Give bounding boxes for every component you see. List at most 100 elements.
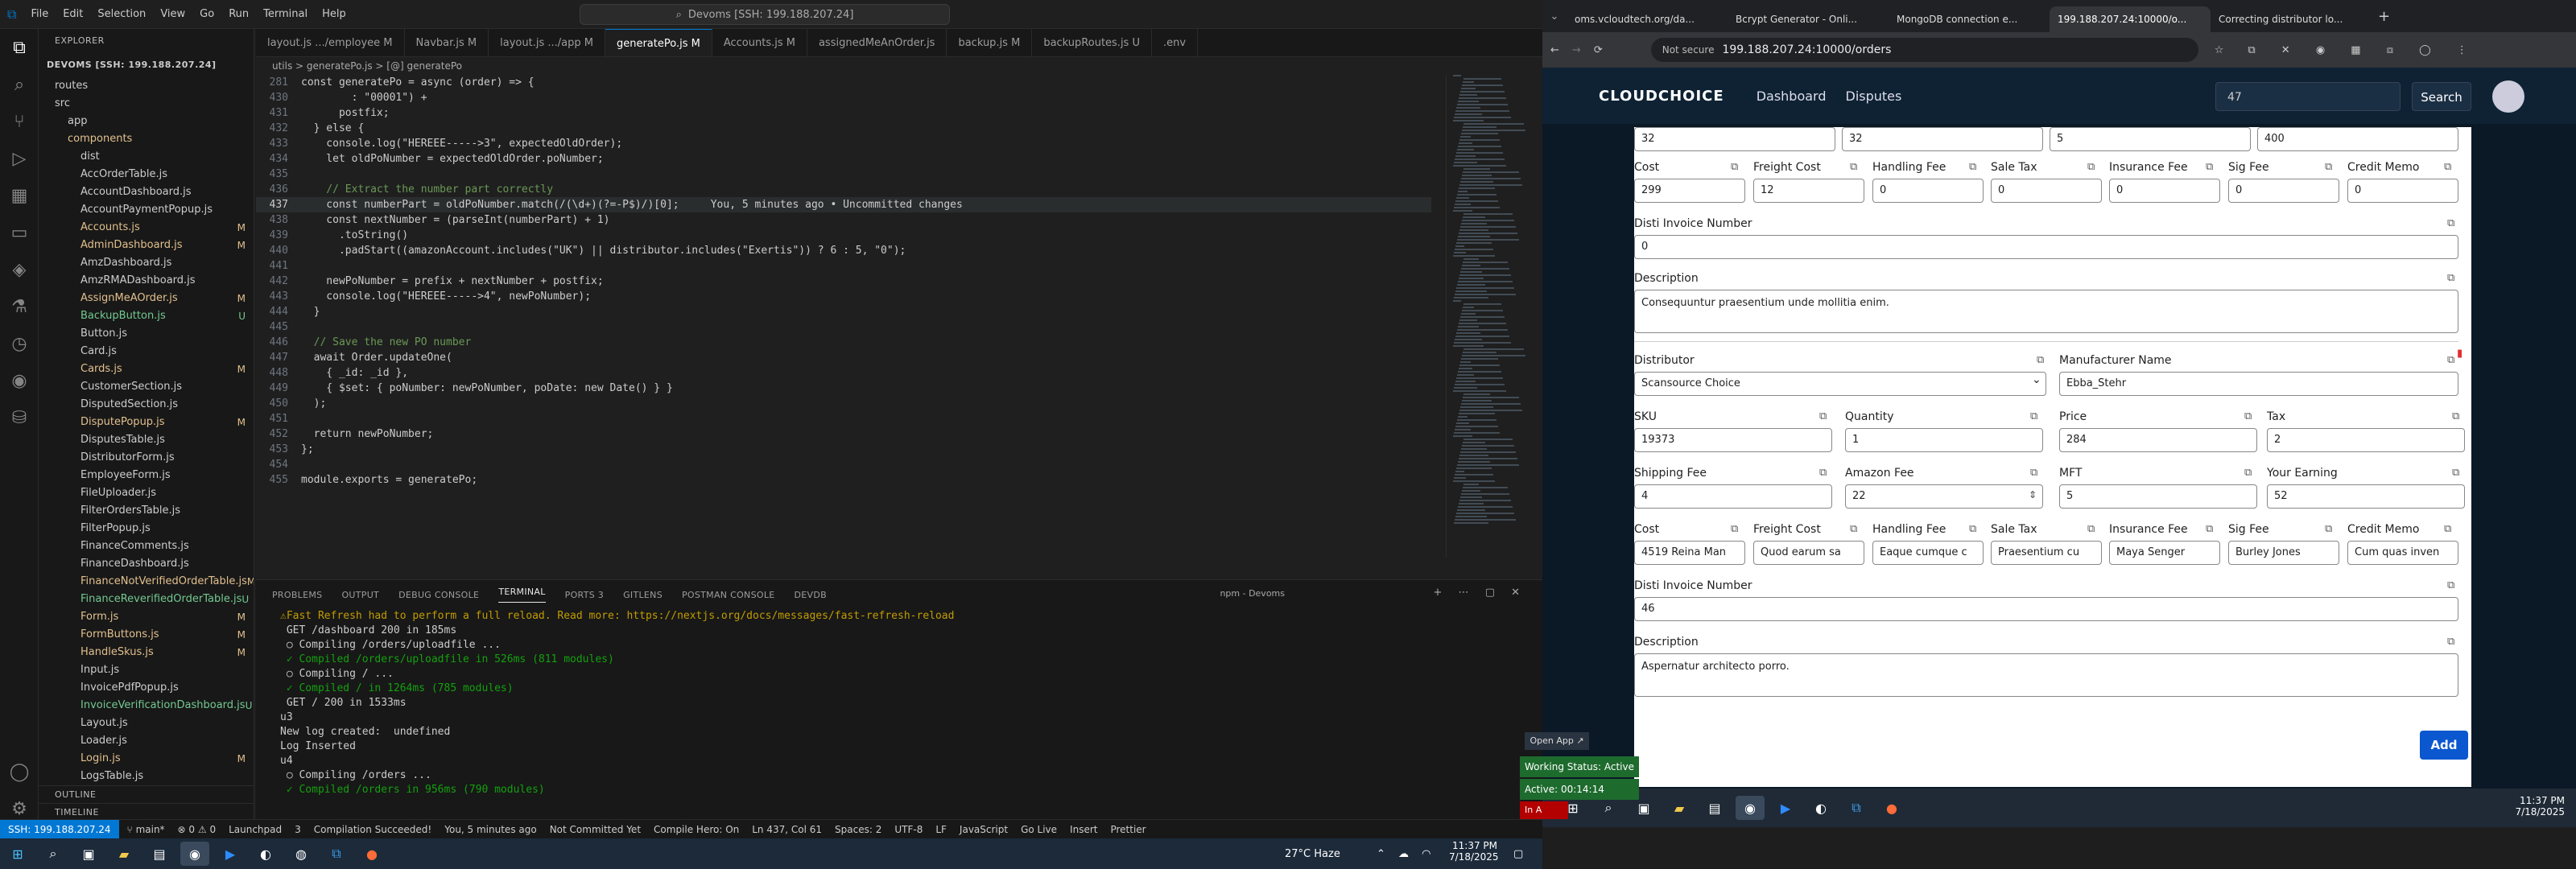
tree-item[interactable]: routes: [39, 77, 254, 95]
search-button[interactable]: Search: [2412, 82, 2471, 111]
copy-icon[interactable]: ⧉: [2447, 354, 2454, 366]
file-explorer-icon[interactable]: ▰: [109, 842, 138, 866]
tree-item[interactable]: DisputePopup.js M: [39, 414, 254, 431]
editor-tab[interactable]: generatePo.js M: [605, 29, 712, 56]
form-input[interactable]: 299: [1634, 179, 1745, 203]
tree-item[interactable]: FinanceComments.js: [39, 537, 254, 555]
copy-icon[interactable]: ⧉: [2030, 467, 2037, 479]
copy-icon[interactable]: ⧉: [1850, 161, 1857, 173]
copy-icon[interactable]: ⧉: [2087, 161, 2095, 173]
form-input[interactable]: 284: [2059, 428, 2257, 452]
form-input[interactable]: 2: [2267, 428, 2465, 452]
tree-item[interactable]: FinanceNotVerifiedOrderTable.jsM: [39, 573, 254, 591]
copy-icon[interactable]: ⧉: [2244, 410, 2252, 422]
copy-icon[interactable]: ⧉: [2452, 410, 2459, 422]
tree-item[interactable]: InvoiceVerificationDashboard.js U: [39, 697, 254, 715]
menu-go[interactable]: Go: [192, 8, 221, 20]
form-input[interactable]: 4519 Reina Man: [1634, 541, 1745, 565]
windows-start-icon[interactable]: ⊞: [3, 842, 32, 866]
task-view-icon[interactable]: ▣: [74, 842, 103, 866]
remote-explorer-icon[interactable]: ▭: [0, 214, 39, 251]
disti-invoice-input[interactable]: 46: [1634, 597, 2458, 621]
file-explorer-icon[interactable]: ▰: [1665, 796, 1694, 820]
ports-status[interactable]: 3: [295, 824, 301, 835]
tray-icons[interactable]: ⌃ ☁ ◠: [1377, 848, 1436, 860]
tree-item[interactable]: FileUploader.js: [39, 484, 254, 502]
tree-item[interactable]: InvoicePdfPopup.js: [39, 679, 254, 697]
editor-tab[interactable]: Navbar.js M: [405, 29, 489, 56]
copy-icon[interactable]: ⧉: [1819, 410, 1827, 422]
tree-item[interactable]: CustomerSection.js: [39, 378, 254, 396]
panel-tab[interactable]: DEBUG CONSOLE: [398, 590, 479, 600]
tree-item[interactable]: FilterPopup.js: [39, 520, 254, 537]
copy-icon[interactable]: ⧉: [2447, 217, 2454, 229]
editor-tab[interactable]: backup.js M: [947, 29, 1033, 56]
copy-icon[interactable]: ⧉: [1731, 523, 1738, 535]
delete-icon[interactable]: ▮: [2457, 348, 2462, 360]
panel-tab[interactable]: OUTPUT: [341, 590, 379, 600]
eol-status[interactable]: LF: [935, 824, 947, 835]
tree-item[interactable]: AmzRMADashboard.js: [39, 272, 254, 290]
forward-icon[interactable]: →: [1572, 44, 1581, 56]
search-icon[interactable]: ⌕: [0, 66, 39, 103]
form-input[interactable]: 4: [1634, 484, 1832, 509]
indent-status[interactable]: Spaces: 2: [835, 824, 881, 835]
open-app-button[interactable]: Open App ↗: [1525, 732, 1589, 750]
form-input[interactable]: Praesentium cu: [1991, 541, 2102, 565]
description-textarea[interactable]: Consequuntur praesentium unde mollitia e…: [1634, 290, 2458, 333]
tree-item[interactable]: FilterOrdersTable.js: [39, 502, 254, 520]
browser-tab[interactable]: Correcting distributor lo...: [2211, 6, 2372, 32]
panel-tab[interactable]: TERMINAL: [498, 587, 546, 603]
copy-icon[interactable]: ⧉: [2447, 636, 2454, 648]
tree-item[interactable]: FinanceDashboard.js: [39, 555, 254, 573]
distributor-select[interactable]: Scansource Choice: [1634, 372, 2046, 396]
tree-item[interactable]: Button.js: [39, 325, 254, 343]
tree-item[interactable]: Loader.js: [39, 732, 254, 750]
vscode-taskbar-icon[interactable]: ⧉: [1842, 796, 1871, 820]
go-live-status[interactable]: Go Live: [1021, 824, 1057, 835]
app-icon[interactable]: ◐: [251, 842, 280, 866]
browser-tab[interactable]: MongoDB connection e...: [1889, 6, 2050, 32]
breadcrumb[interactable]: utils > generatePo.js > [@] generatePo: [256, 57, 1542, 75]
copy-icon[interactable]: ⧉: [2030, 410, 2037, 422]
branch-status[interactable]: ⑂ main*: [127, 824, 165, 835]
app-logo[interactable]: CLOUDCHOICE: [1599, 88, 1724, 105]
notification-icon[interactable]: ▢: [1513, 848, 1523, 860]
editor-tab[interactable]: layout.js .../app M: [489, 29, 605, 56]
description-textarea[interactable]: Aspernatur architecto porro.: [1634, 653, 2458, 697]
form-input[interactable]: 5: [2059, 484, 2257, 509]
copy-icon[interactable]: ⧉: [2325, 161, 2332, 173]
gitlens-icon[interactable]: ◈: [0, 251, 39, 288]
copy-icon[interactable]: ⧉: [1969, 523, 1976, 535]
form-input[interactable]: Burley Jones: [2228, 541, 2339, 565]
vscode-taskbar-icon[interactable]: ⧉: [322, 842, 351, 866]
nav-dashboard[interactable]: Dashboard: [1757, 89, 1827, 104]
panel-tab[interactable]: POSTMAN CONSOLE: [682, 590, 775, 600]
clock[interactable]: 11:37 PM 7/18/2025: [2508, 795, 2565, 818]
compile-hero-status[interactable]: Compile Hero: On: [654, 824, 739, 835]
minimap[interactable]: [1446, 75, 1534, 558]
tree-item[interactable]: AccountPaymentPopup.js: [39, 201, 254, 219]
form-input[interactable]: Maya Senger: [2109, 541, 2220, 565]
source-control-icon[interactable]: ⑂: [0, 103, 39, 140]
tree-item[interactable]: DistributorForm.js: [39, 449, 254, 467]
weather-status[interactable]: 27°C Haze: [1285, 848, 1340, 860]
outline-section[interactable]: OUTLINE: [39, 785, 254, 803]
encoding-status[interactable]: UTF-8: [894, 824, 923, 835]
tree-item[interactable]: AssignMeAOrder.js M: [39, 290, 254, 307]
code-view[interactable]: 281 const generatePo = async (order) => {…: [256, 75, 1431, 488]
menu-selection[interactable]: Selection: [90, 8, 153, 20]
form-input[interactable]: 0: [2228, 179, 2339, 203]
tree-item[interactable]: app: [39, 113, 254, 130]
form-input[interactable]: 52: [2267, 484, 2465, 509]
explorer-icon[interactable]: ⧉: [0, 29, 39, 66]
form-input[interactable]: 0: [2109, 179, 2220, 203]
store-icon[interactable]: ▤: [1700, 796, 1729, 820]
command-search[interactable]: ⌕ Devoms [SSH: 199.188.207.24]: [580, 4, 950, 25]
tree-item[interactable]: Accounts.js M: [39, 219, 254, 237]
tree-item[interactable]: DisputedSection.js: [39, 396, 254, 414]
timeline-section[interactable]: TIMELINE: [39, 803, 254, 821]
tree-item[interactable]: Card.js: [39, 343, 254, 360]
avatar[interactable]: [2492, 80, 2524, 113]
timeline-icon[interactable]: ◷: [0, 325, 39, 362]
